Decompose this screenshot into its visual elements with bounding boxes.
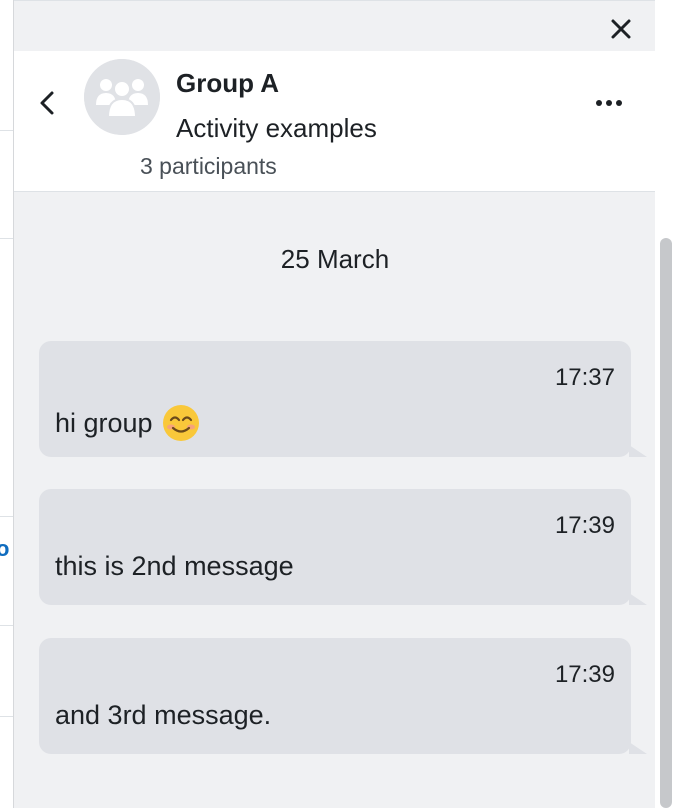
message-text: hi group [55,407,153,438]
group-avatar[interactable] [84,59,160,135]
chevron-left-icon [40,91,54,115]
background-divider [0,130,14,131]
message-time: 17:39 [554,661,615,688]
message-drawer: Group A Activity examples 3 participants… [13,0,655,808]
scrollbar-thumb[interactable] [660,238,672,808]
background-divider [0,625,14,626]
message-text-row: hi group [55,403,201,443]
message-bubble-tail [629,445,647,457]
smiling-face-emoji-icon [162,405,199,441]
message-text: and 3rd message. [55,700,272,730]
conversation-subtitle: Activity examples [176,113,377,143]
date-separator: 25 March [280,244,390,274]
participants-count[interactable]: 3 participants [140,153,277,180]
message-bubble: 17:39 this is 2nd message [39,489,647,605]
message-bubble: 17:39 and 3rd message. [39,638,647,754]
message-bubble-tail [629,593,647,605]
message-text: this is 2nd message [55,551,294,581]
close-icon [611,19,631,39]
background-divider [0,238,14,239]
drawer-topbar [14,0,655,51]
background-link-fragment[interactable]: o [0,538,9,560]
message-time: 17:39 [554,512,615,539]
group-avatar-icon [84,59,160,135]
background-divider [0,716,14,717]
message-bubble: 17:37 hi group [39,341,647,457]
conversation-title: Group A [176,68,280,98]
close-button[interactable] [609,17,633,41]
background-divider [0,516,14,517]
conversation-header: Group A Activity examples 3 participants [14,51,655,192]
more-horizontal-icon [596,100,622,106]
message-bubble-tail [629,742,647,754]
message-time: 17:37 [554,364,615,391]
back-button[interactable] [34,89,62,117]
conversation-actions-button[interactable] [593,93,625,113]
background-page [0,0,14,808]
